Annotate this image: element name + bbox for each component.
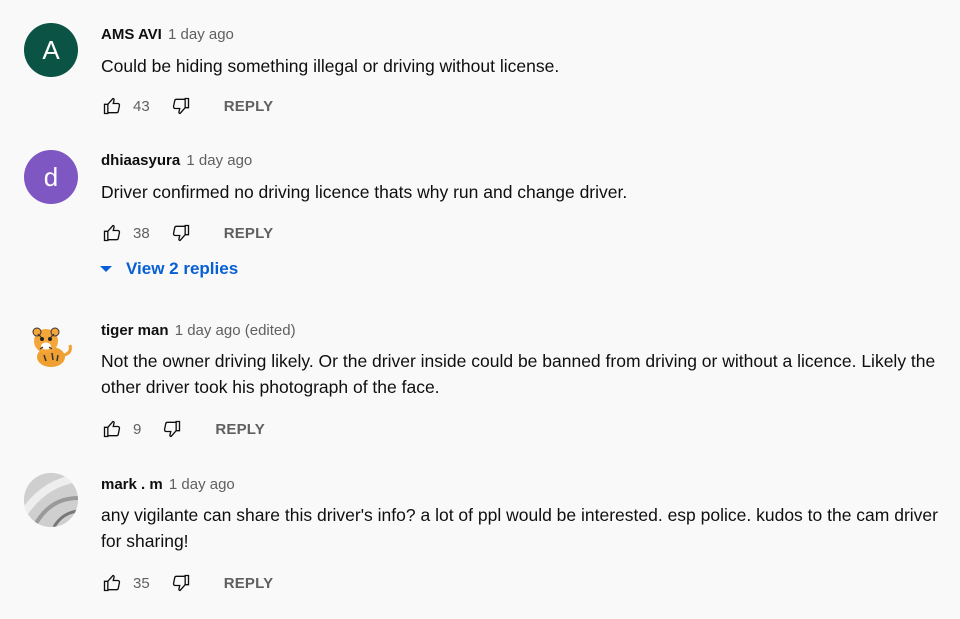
like-icon[interactable] (101, 95, 123, 117)
comment-timestamp[interactable]: 1 day ago (186, 152, 252, 169)
like-icon[interactable] (101, 418, 123, 440)
comment-timestamp[interactable]: 1 day ago (edited) (175, 322, 296, 339)
avatar[interactable] (24, 319, 78, 373)
comment-text: Driver confirmed no driving licence that… (101, 182, 628, 202)
like-icon[interactable] (101, 572, 123, 594)
comment-author[interactable]: mark . m (101, 476, 163, 493)
avatar-letter: d (43, 161, 59, 192)
dislike-icon[interactable] (170, 222, 192, 244)
reply-button[interactable]: REPLY (224, 98, 274, 115)
comment-timestamp[interactable]: 1 day ago (169, 476, 235, 493)
comment-author[interactable]: tiger man (101, 322, 169, 339)
reply-button[interactable]: REPLY (224, 225, 274, 242)
comment-text: Could be hiding something illegal or dri… (101, 56, 560, 76)
dislike-icon[interactable] (170, 95, 192, 117)
like-count: 9 (133, 420, 142, 438)
avatar-letter: A (42, 34, 60, 65)
comment-text: any vigilante can share this driver's in… (101, 505, 938, 551)
avatar[interactable]: A (24, 23, 78, 77)
avatar[interactable] (24, 473, 78, 527)
gray-abstract-avatar-icon (24, 473, 78, 527)
avatar[interactable]: d (24, 150, 78, 204)
tiger-avatar-icon (32, 327, 72, 367)
like-count: 43 (133, 97, 150, 115)
dislike-icon[interactable] (161, 418, 183, 440)
dislike-icon[interactable] (170, 572, 192, 594)
comment-timestamp[interactable]: 1 day ago (168, 26, 234, 43)
reply-button[interactable]: REPLY (215, 421, 265, 438)
view-replies-button[interactable]: View 2 replies (98, 259, 238, 279)
reply-button[interactable]: REPLY (224, 575, 274, 592)
like-icon[interactable] (101, 222, 123, 244)
comment-author[interactable]: dhiaasyura (101, 152, 180, 169)
chevron-down-icon (100, 266, 112, 272)
like-count: 35 (133, 574, 150, 592)
comment-author[interactable]: AMS AVI (101, 26, 162, 43)
view-replies-label: View 2 replies (126, 259, 239, 278)
like-count: 38 (133, 224, 150, 242)
comment-text: Not the owner driving likely. Or the dri… (101, 351, 936, 397)
